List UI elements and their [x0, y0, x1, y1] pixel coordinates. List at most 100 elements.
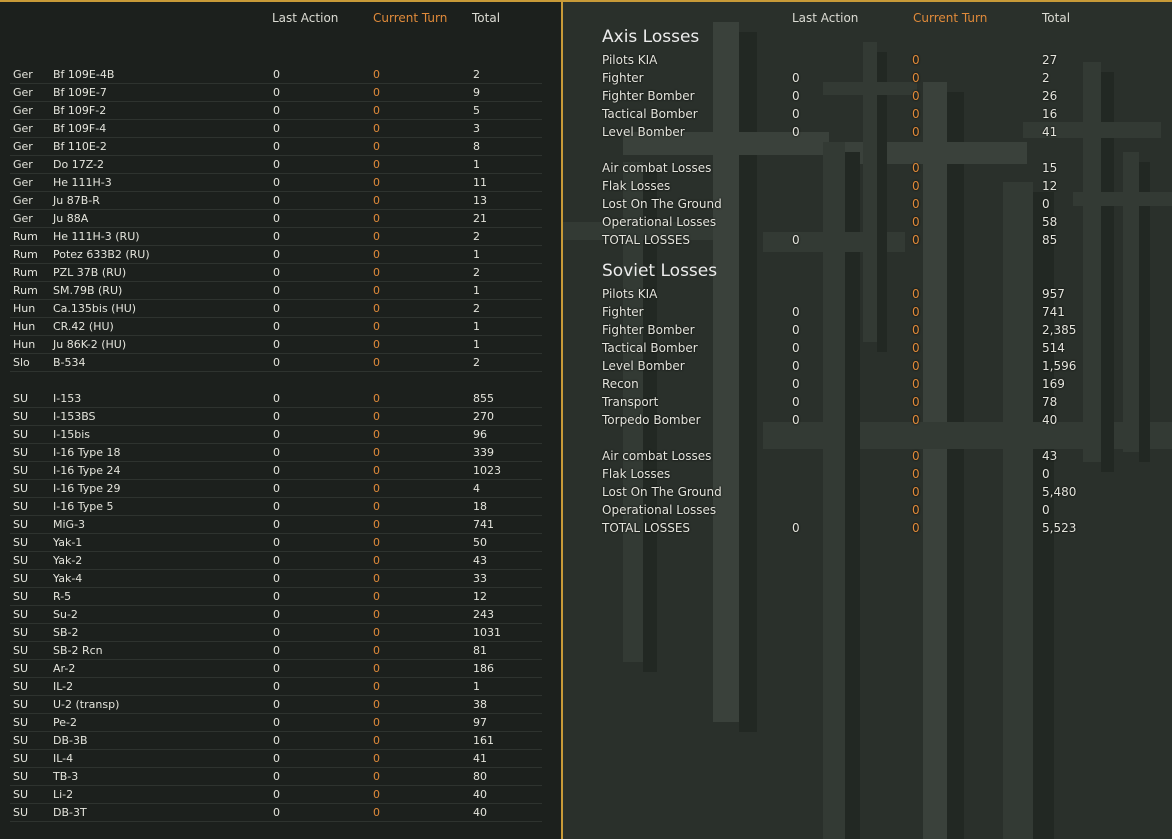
table-row: SU Yak-4 0 0 33	[10, 570, 542, 588]
table-row: Ger Do 17Z-2 0 0 1	[10, 156, 542, 174]
nation-cell: SU	[13, 482, 29, 495]
nation-cell: Hun	[13, 302, 36, 315]
total-value: 16	[1042, 107, 1058, 121]
aircraft-type-cell: Ju 88A	[53, 212, 89, 225]
aircraft-type-cell: I-15bis	[53, 428, 90, 441]
total-cell: 97	[473, 716, 487, 729]
current-turn-cell: 0	[373, 788, 380, 801]
nation-cell: SU	[13, 518, 29, 531]
total-cell: 1023	[473, 464, 501, 477]
total-value: 514	[1042, 341, 1065, 355]
table-row: SU IL-2 0 0 1	[10, 678, 542, 696]
total-cell: 40	[473, 806, 487, 819]
aircraft-type-cell: DB-3B	[53, 734, 88, 747]
total-value: 78	[1042, 395, 1058, 409]
summary-row: Level Bomber 0 0 41	[602, 123, 1142, 141]
current-turn-cell: 0	[373, 770, 380, 783]
current-turn-value: 0	[912, 503, 920, 517]
aircraft-type-cell: Do 17Z-2	[53, 158, 105, 171]
total-value: 169	[1042, 377, 1065, 391]
last-action-cell: 0	[273, 104, 280, 117]
total-cell: 41	[473, 752, 487, 765]
table-row: Rum PZL 37B (RU) 0 0 2	[10, 264, 542, 282]
summary-row: Fighter Bomber 0 0 2,385	[602, 321, 1142, 339]
table-row: SU TB-3 0 0 80	[10, 768, 542, 786]
aircraft-type-cell: I-16 Type 24	[53, 464, 121, 477]
table-row: Rum He 111H-3 (RU) 0 0 2	[10, 228, 542, 246]
table-row: SU IL-4 0 0 41	[10, 750, 542, 768]
current-turn-cell: 0	[373, 248, 380, 261]
row-label: Recon	[602, 377, 639, 391]
aircraft-type-cell: R-5	[53, 590, 72, 603]
row-label: Fighter	[602, 71, 644, 85]
last-action-cell: 0	[273, 158, 280, 171]
total-cell: 21	[473, 212, 487, 225]
current-turn-cell: 0	[373, 716, 380, 729]
table-row: Ger Ju 88A 0 0 21	[10, 210, 542, 228]
total-value: 2	[1042, 71, 1050, 85]
last-action-value: 0	[792, 89, 800, 103]
table-row: Rum Potez 633B2 (RU) 0 0 1	[10, 246, 542, 264]
nation-cell: SU	[13, 662, 29, 675]
nation-cell: SU	[13, 464, 29, 477]
total-cell: 2	[473, 266, 480, 279]
last-action-cell: 0	[273, 320, 280, 333]
summary-row: Fighter Bomber 0 0 26	[602, 87, 1142, 105]
total-cell: 80	[473, 770, 487, 783]
current-turn-cell: 0	[373, 284, 380, 297]
row-label: Flak Losses	[602, 467, 671, 481]
last-action-value: 0	[792, 107, 800, 121]
current-turn-cell: 0	[373, 104, 380, 117]
aircraft-type-cell: IL-2	[53, 680, 74, 693]
summary-row: Recon 0 0 169	[602, 375, 1142, 393]
total-value: 0	[1042, 503, 1050, 517]
nation-cell: Hun	[13, 320, 36, 333]
row-label: Level Bomber	[602, 125, 685, 139]
current-turn-cell: 0	[373, 500, 380, 513]
current-turn-value: 0	[912, 341, 920, 355]
total-cell: 8	[473, 140, 480, 153]
last-action-cell: 0	[273, 698, 280, 711]
total-value: 5,523	[1042, 521, 1077, 535]
current-turn-cell: 0	[373, 122, 380, 135]
current-turn-value: 0	[912, 359, 920, 373]
last-action-value: 0	[792, 521, 800, 535]
summary-header-last-action: Last Action	[792, 11, 859, 25]
table-row: SU Li-2 0 0 40	[10, 786, 542, 804]
total-value: 26	[1042, 89, 1058, 103]
last-action-value: 0	[792, 359, 800, 373]
row-label: Air combat Losses	[602, 161, 712, 175]
nation-cell: SU	[13, 428, 29, 441]
total-cell: 43	[473, 554, 487, 567]
row-label: Flak Losses	[602, 179, 671, 193]
aircraft-type-cell: Pe-2	[53, 716, 77, 729]
current-turn-value: 0	[912, 521, 920, 535]
axis-losses-title: Axis Losses	[602, 27, 700, 47]
table-row: Ger Bf 109E-4B 0 0 2	[10, 66, 542, 84]
aircraft-type-cell: SB-2	[53, 626, 79, 639]
table-row: SU R-5 0 0 12	[10, 588, 542, 606]
current-turn-cell: 0	[373, 176, 380, 189]
nation-cell: Rum	[13, 248, 38, 261]
aircraft-type-cell: Bf 109E-7	[53, 86, 107, 99]
total-value: 741	[1042, 305, 1065, 319]
last-action-cell: 0	[273, 446, 280, 459]
aircraft-type-cell: Bf 109F-4	[53, 122, 107, 135]
table-row: Hun Ca.135bis (HU) 0 0 2	[10, 300, 542, 318]
row-label: Operational Losses	[602, 215, 717, 229]
total-cell: 855	[473, 392, 494, 405]
current-turn-cell: 0	[373, 518, 380, 531]
summary-row: Torpedo Bomber 0 0 40	[602, 411, 1142, 429]
total-cell: 33	[473, 572, 487, 585]
row-label: TOTAL LOSSES	[602, 233, 691, 247]
nation-cell: SU	[13, 500, 29, 513]
current-turn-cell: 0	[373, 644, 380, 657]
nation-cell: Rum	[13, 284, 38, 297]
total-value: 0	[1042, 467, 1050, 481]
aircraft-type-cell: I-153	[53, 392, 82, 405]
row-label: Pilots KIA	[602, 53, 658, 67]
current-turn-cell: 0	[373, 482, 380, 495]
table-row: Hun Ju 86K-2 (HU) 0 0 1	[10, 336, 542, 354]
total-value: 1,596	[1042, 359, 1077, 373]
row-label: Operational Losses	[602, 503, 717, 517]
